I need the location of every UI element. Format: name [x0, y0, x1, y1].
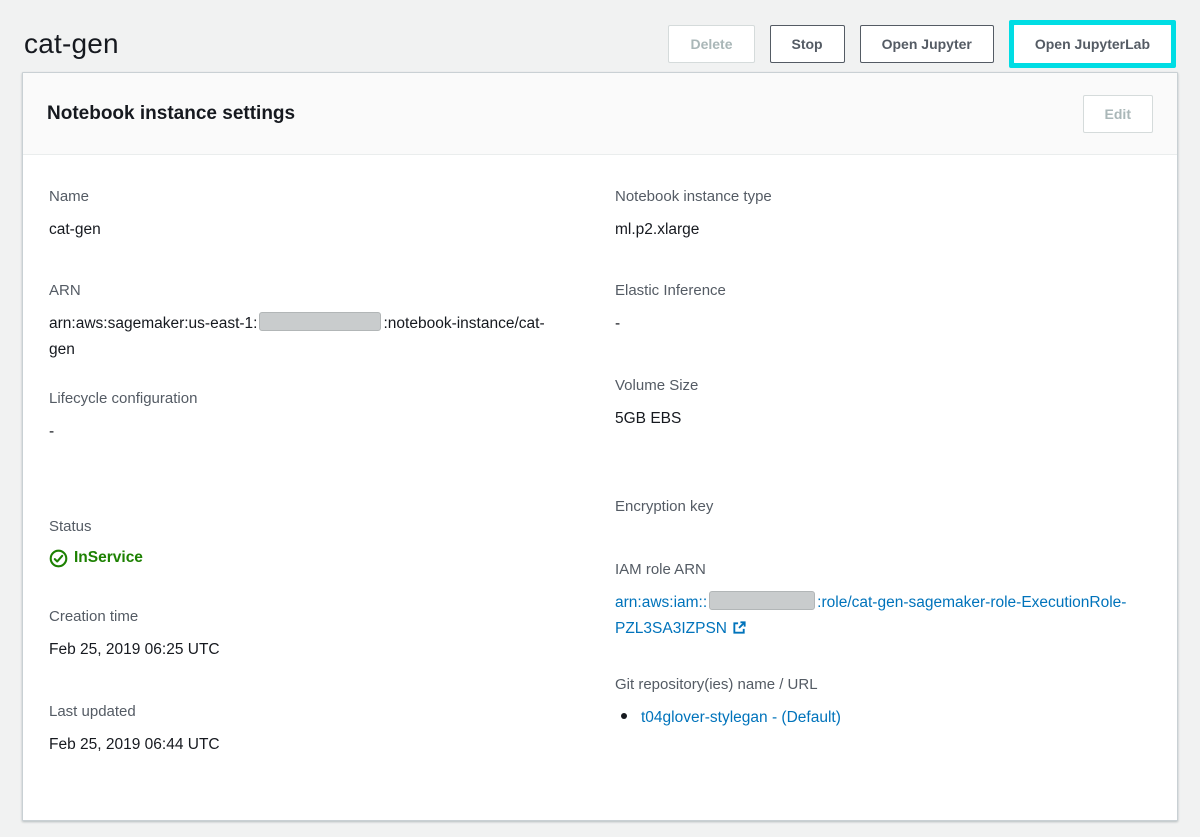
field-value: -	[615, 315, 621, 332]
git-repo-item: t04glover-stylegan - (Default)	[615, 705, 1153, 731]
stop-button[interactable]: Stop	[769, 25, 845, 63]
redaction-box	[709, 591, 816, 610]
field-arn: ARN arn:aws:sagemaker:us-east-1::noteboo…	[49, 281, 551, 363]
field-label: IAM role ARN	[615, 561, 706, 578]
external-link-icon	[733, 621, 746, 634]
field-label: ARN	[49, 282, 81, 299]
iam-arn-prefix: arn:aws:iam::	[615, 594, 708, 611]
left-column: Name cat-gen ARN arn:aws:sagemaker:us-ea…	[49, 187, 551, 758]
field-label: Status	[49, 518, 92, 535]
git-repo-list: t04glover-stylegan - (Default)	[615, 705, 1153, 731]
field-git-repositories: Git repository(ies) name / URL t04glover…	[615, 675, 1153, 731]
field-value: -	[49, 423, 55, 440]
field-label: Lifecycle configuration	[49, 390, 198, 407]
page-title: cat-gen	[24, 28, 119, 59]
field-label: Elastic Inference	[615, 282, 726, 299]
iam-role-link[interactable]: arn:aws:iam:::role/cat-gen-sagemaker-rol…	[615, 591, 1126, 637]
field-label: Name	[49, 188, 90, 205]
field-label: Git repository(ies) name / URL	[615, 676, 818, 693]
field-label: Last updated	[49, 703, 136, 720]
field-iam-role-arn: IAM role ARN arn:aws:iam:::role/cat-gen-…	[615, 560, 1153, 642]
field-encryption-key: Encryption key	[615, 497, 1153, 517]
page: cat-gen Delete Stop Open Jupyter Open Ju…	[0, 0, 1200, 821]
open-jupyterlab-button[interactable]: Open JupyterLab	[1013, 25, 1171, 63]
card-body: Name cat-gen ARN arn:aws:sagemaker:us-ea…	[23, 155, 1177, 820]
redaction-box	[259, 312, 382, 331]
status-badge: InService	[49, 547, 551, 569]
field-label: Notebook instance type	[615, 188, 772, 205]
header-actions: Delete Stop Open Jupyter Open JupyterLab	[668, 20, 1176, 68]
field-notebook-instance-type: Notebook instance type ml.p2.xlarge	[615, 187, 1153, 243]
field-label: Volume Size	[615, 377, 699, 394]
field-value: arn:aws:iam:::role/cat-gen-sagemaker-rol…	[615, 590, 1153, 642]
field-value: Feb 25, 2019 06:44 UTC	[49, 736, 220, 753]
status-text: InService	[74, 549, 143, 566]
field-lifecycle-configuration: Lifecycle configuration -	[49, 389, 551, 445]
right-column: Notebook instance type ml.p2.xlarge Elas…	[615, 187, 1153, 758]
field-value: Feb 25, 2019 06:25 UTC	[49, 641, 220, 658]
delete-button[interactable]: Delete	[668, 25, 755, 63]
field-label: Creation time	[49, 608, 139, 625]
field-last-updated: Last updated Feb 25, 2019 06:44 UTC	[49, 702, 551, 758]
field-label: Encryption key	[615, 498, 714, 515]
card-header: Notebook instance settings Edit	[23, 73, 1177, 155]
field-value: arn:aws:sagemaker:us-east-1::notebook-in…	[49, 311, 551, 363]
field-name: Name cat-gen	[49, 187, 551, 243]
check-circle-icon	[49, 549, 68, 567]
git-repo-link[interactable]: t04glover-stylegan - (Default)	[641, 709, 841, 726]
page-header: cat-gen Delete Stop Open Jupyter Open Ju…	[22, 0, 1178, 72]
field-creation-time: Creation time Feb 25, 2019 06:25 UTC	[49, 607, 551, 663]
field-value: cat-gen	[49, 221, 101, 238]
open-jupyter-button[interactable]: Open Jupyter	[859, 25, 994, 63]
field-volume-size: Volume Size 5GB EBS	[615, 376, 1153, 432]
card-title: Notebook instance settings	[47, 102, 296, 124]
field-elastic-inference: Elastic Inference -	[615, 281, 1153, 337]
arn-prefix: arn:aws:sagemaker:us-east-1:	[49, 315, 258, 332]
notebook-instance-settings-card: Notebook instance settings Edit Name cat…	[22, 72, 1178, 821]
edit-button[interactable]: Edit	[1082, 94, 1153, 133]
field-value: ml.p2.xlarge	[615, 221, 700, 238]
highlight-annotation: Open JupyterLab	[1008, 20, 1176, 68]
field-value: 5GB EBS	[615, 410, 682, 427]
field-status: Status InService	[49, 517, 551, 569]
